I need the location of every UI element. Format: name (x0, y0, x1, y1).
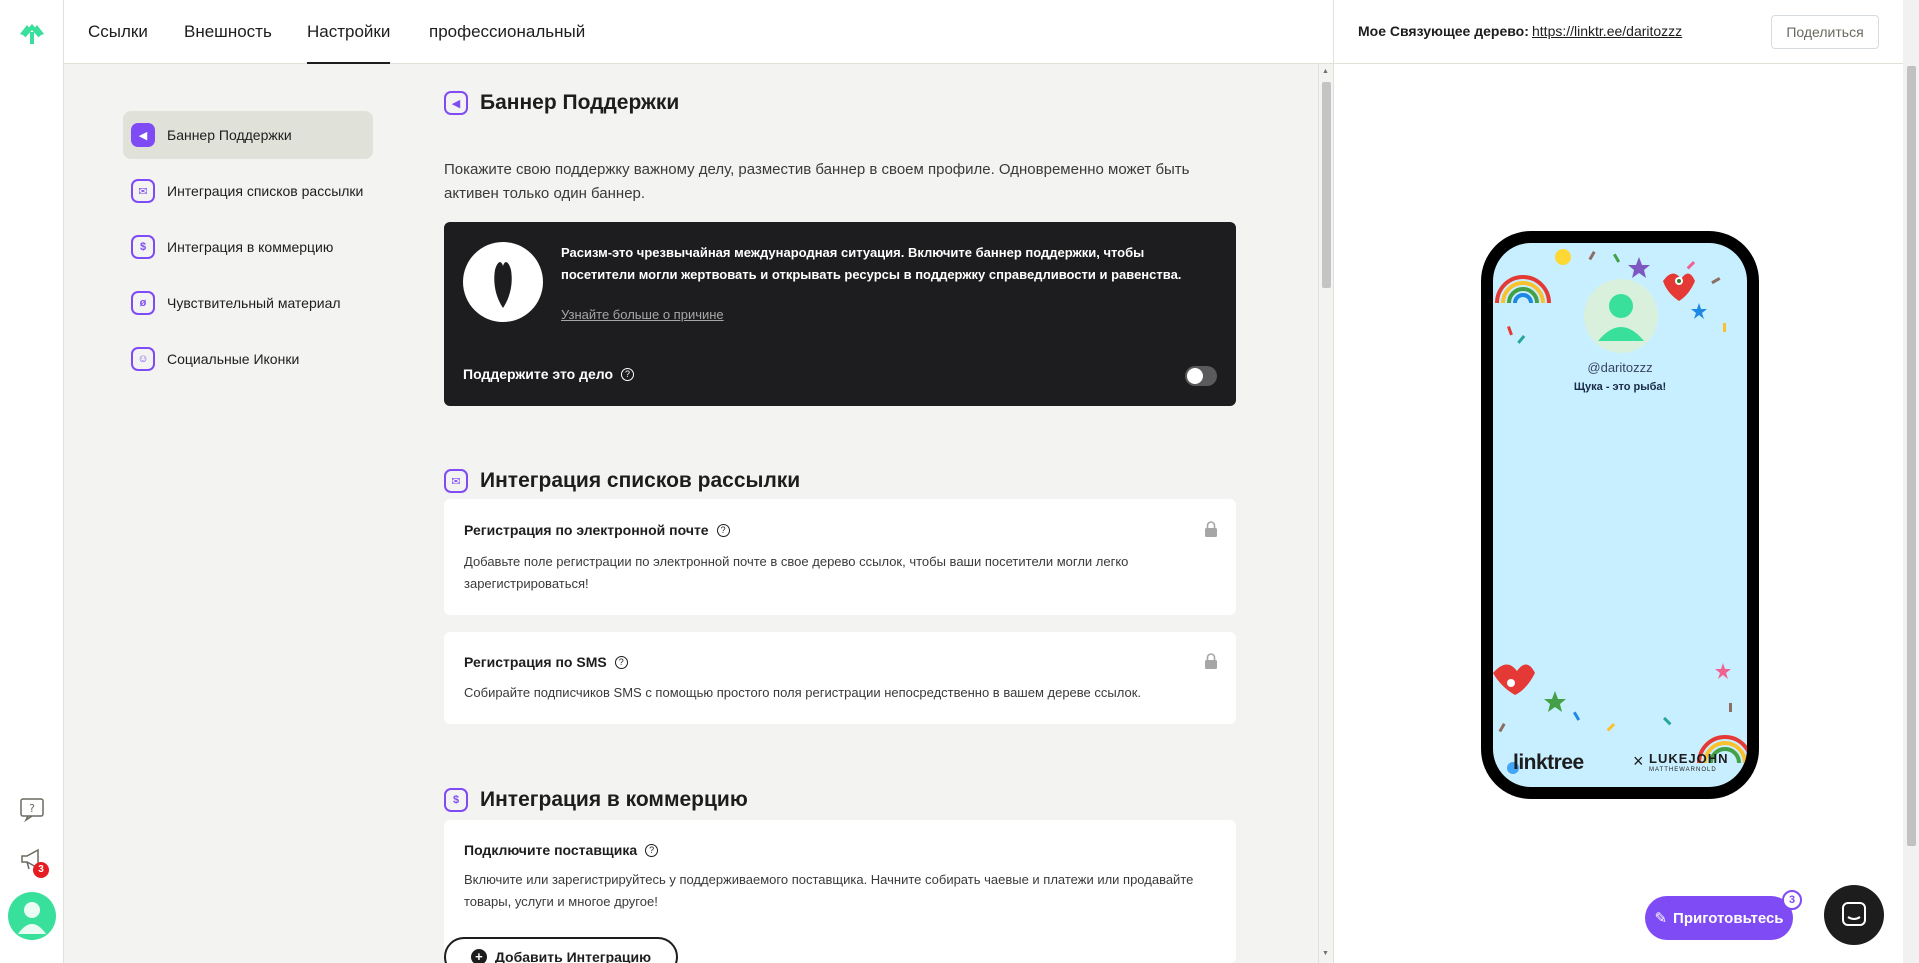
tab-links[interactable]: Ссылки (88, 0, 148, 64)
window-scroll-thumb[interactable] (1907, 66, 1916, 846)
sidebar-item-commerce[interactable]: $ Интеграция в коммерцию (123, 223, 373, 271)
button-label: Добавить Интеграцию (494, 949, 652, 963)
eye-off-icon: ø (131, 291, 155, 315)
sidebar-item-label: Социальные Иконки (167, 351, 300, 367)
sidebar-item-label: Интеграция в коммерцию (167, 239, 334, 255)
help-icon[interactable]: ? (614, 655, 628, 669)
chat-button[interactable] (1824, 885, 1884, 945)
add-integration-button[interactable]: + Добавить Интеграцию (444, 937, 678, 963)
dollar-icon: $ (131, 235, 155, 259)
user-silhouette-icon (1598, 294, 1644, 341)
profile-bio: Щука - это рыба! (1573, 381, 1667, 393)
card-title: Регистрация по SMS ? (464, 654, 628, 670)
content-scrollbar[interactable]: ▲ ▼ (1318, 64, 1333, 963)
help-icon[interactable]: ? (645, 843, 659, 857)
avatar[interactable] (8, 892, 56, 940)
mailing-heading: ✉ Интеграция списков рассылки (444, 469, 800, 493)
support-banner-card: Расизм-это чрезвычайная международная си… (444, 222, 1236, 406)
svg-text:?: ? (29, 802, 35, 815)
support-banner-heading: ◀ Баннер Поддержки (444, 91, 679, 115)
top-navigation: Ссылки Внешность Настройки профессиональ… (64, 0, 1333, 64)
section-title: Интеграция списков рассылки (480, 469, 801, 492)
card-text: Включите или зарегистрируйтесь у поддерж… (464, 872, 1194, 909)
help-icon[interactable]: ? (18, 796, 46, 822)
toggle-knob (1187, 368, 1203, 384)
linktree-brand: linktree (1513, 751, 1584, 774)
tab-pro[interactable]: профессиональный (429, 0, 585, 64)
settings-sidebar: ◀ Баннер Поддержки ✉ Интеграция списков … (123, 111, 373, 391)
help-icon[interactable]: ? (716, 523, 730, 537)
collab-name: LUKEJOHN (1649, 751, 1729, 766)
support-banner-description: Покажите свою поддержку важному делу, ра… (444, 161, 1190, 202)
card-text: Собирайте подписчиков SMS с помощью прос… (464, 685, 1141, 700)
card-title-text: Регистрация по SMS (464, 654, 607, 670)
user-silhouette-icon (18, 902, 46, 934)
settings-main: ◀ Баннер Поддержки ✉ Интеграция списков … (64, 64, 1333, 963)
profile-handle: @daritozzz (1587, 360, 1653, 375)
get-ready-badge: 3 (1782, 890, 1802, 910)
phone-screen: @daritozzz Щука - это рыба! linktree × L… (1493, 243, 1747, 787)
chat-icon (1842, 902, 1866, 926)
collab-subname: MATTHEWARNOLD (1649, 767, 1717, 773)
preview-header: Мое Связующее дерево: https://linktr.ee/… (1334, 0, 1919, 64)
get-ready-button[interactable]: ✎ Приготовьтесь (1645, 896, 1793, 940)
sidebar-item-sensitive[interactable]: ø Чувствительный материал (123, 279, 373, 327)
sms-signup-card[interactable]: Регистрация по SMS ? Собирайте подписчик… (444, 632, 1236, 724)
preview-pane: Мое Связующее дерево: https://linktr.ee/… (1333, 0, 1919, 963)
card-title-text: Подключите поставщика (464, 842, 638, 858)
sidebar-item-label: Чувствительный материал (167, 295, 341, 311)
card-title-text: Регистрация по электронной почте (464, 522, 709, 538)
banner-text: Расизм-это чрезвычайная международная си… (561, 245, 1182, 282)
dollar-icon: $ (444, 788, 468, 812)
phone-preview: @daritozzz Щука - это рыба! linktree × L… (1481, 231, 1759, 799)
card-title: Подключите поставщика ? (464, 842, 659, 858)
scroll-up-icon[interactable]: ▲ (1322, 68, 1329, 75)
sidebar-item-label: Баннер Поддержки (167, 127, 292, 143)
preview-label: Мое Связующее дерево: (1358, 23, 1529, 39)
tab-appearance[interactable]: Внешность (184, 0, 272, 64)
window-scrollbar[interactable] (1903, 0, 1919, 963)
lock-icon (1205, 521, 1217, 537)
support-toggle-label: Поддержите это дело ? (463, 366, 635, 382)
lock-icon (1205, 653, 1217, 669)
banner-logo (463, 242, 543, 322)
mail-icon: ✉ (131, 179, 155, 203)
tab-settings[interactable]: Настройки (307, 0, 391, 64)
scroll-thumb[interactable] (1322, 82, 1331, 288)
commerce-heading: $ Интеграция в коммерцию (444, 788, 748, 812)
scroll-down-icon[interactable]: ▼ (1322, 950, 1329, 957)
smiley-icon: ☺ (131, 347, 155, 371)
support-toggle[interactable] (1185, 366, 1217, 386)
sidebar-item-mailing[interactable]: ✉ Интеграция списков рассылки (123, 167, 373, 215)
plus-icon: + (470, 949, 487, 963)
megaphone-icon: ◀ (131, 123, 155, 147)
section-title: Баннер Поддержки (480, 91, 680, 114)
mail-icon: ✉ (444, 469, 468, 493)
linktree-logo-icon[interactable] (18, 20, 46, 46)
toggle-label-text: Поддержите это дело (463, 366, 614, 382)
share-button[interactable]: Поделиться (1771, 15, 1879, 49)
profile-avatar[interactable] (1584, 279, 1658, 353)
learn-more-link[interactable]: Узнайте больше о причине (561, 307, 724, 322)
sidebar-item-label: Интеграция списков рассылки (167, 183, 364, 199)
collab-x: × (1633, 751, 1644, 771)
sidebar-item-support-banner[interactable]: ◀ Баннер Поддержки (123, 111, 373, 159)
help-icon[interactable]: ? (621, 367, 635, 381)
email-signup-card[interactable]: Регистрация по электронной почте ? Добав… (444, 499, 1236, 615)
sidebar-item-social-icons[interactable]: ☺ Социальные Иконки (123, 335, 373, 383)
notifications-badge: 3 (33, 862, 49, 878)
button-label: Приготовьтесь (1673, 909, 1784, 927)
heart-shape-icon (494, 262, 512, 308)
megaphone-icon: ◀ (444, 91, 468, 115)
card-text: Добавьте поле регистрации по электронной… (464, 554, 1129, 591)
left-rail: ? 3 (0, 0, 64, 963)
pencil-icon: ✎ (1654, 910, 1668, 927)
profile-url-link[interactable]: https://linktr.ee/daritozzz (1532, 23, 1682, 39)
section-title: Интеграция в коммерцию (480, 788, 748, 811)
card-title: Регистрация по электронной почте ? (464, 522, 730, 538)
